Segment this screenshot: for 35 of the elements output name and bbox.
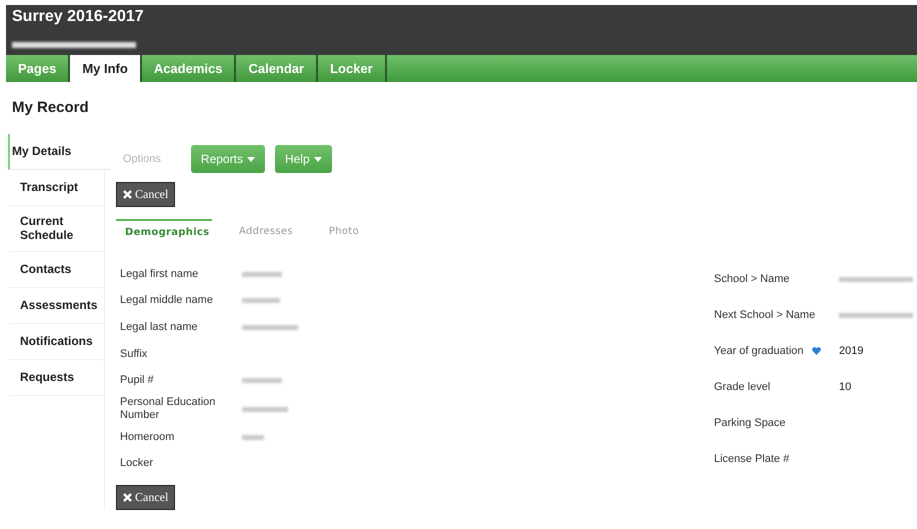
sub-tab[interactable]: Demographics	[116, 218, 212, 246]
field-label: Parking Space	[714, 416, 786, 430]
field-label: License Plate #	[714, 452, 790, 466]
options-label: Options	[122, 153, 162, 165]
field-label: Year of graduation	[714, 344, 804, 358]
close-icon	[123, 190, 132, 199]
sidebar-item[interactable]: Transcript	[8, 170, 104, 206]
field-label: Locker	[120, 457, 154, 470]
field-label: Legal last name	[120, 320, 198, 334]
cancel-button[interactable]: Cancel	[116, 485, 176, 510]
close-icon	[123, 493, 132, 502]
field-label: Pupil #	[120, 374, 154, 388]
field-label: School > Name	[714, 272, 790, 286]
sidebar-item[interactable]: My Details	[8, 134, 111, 170]
field-label: Legal first name	[120, 268, 198, 281]
field-label: Next School > Name	[714, 308, 816, 322]
field-label: Personal Education Number	[120, 396, 216, 422]
heart-icon	[812, 347, 820, 356]
page-title: My Record	[11, 98, 90, 118]
field-value: 10	[839, 381, 852, 394]
nav-tab[interactable]: My Info	[70, 55, 142, 82]
sidebar-item[interactable]: Assessments	[8, 288, 104, 324]
caret-icon	[246, 156, 255, 162]
app-title: Surrey 2016-2017	[12, 8, 144, 26]
caret-icon	[314, 156, 322, 162]
sidebar-item[interactable]: Requests	[8, 360, 104, 396]
sidebar-item[interactable]: Current Schedule	[8, 206, 104, 252]
sidebar-item[interactable]: Notifications	[8, 324, 104, 360]
field-label: Suffix	[120, 348, 148, 361]
field-label: Legal middle name	[120, 294, 213, 308]
field-label: Homeroom	[120, 430, 174, 444]
field-value: 2019	[839, 345, 864, 358]
field-label: Grade level	[714, 380, 770, 394]
sidebar-item[interactable]: Contacts	[8, 252, 104, 288]
cancel-button[interactable]: Cancel	[116, 182, 176, 207]
